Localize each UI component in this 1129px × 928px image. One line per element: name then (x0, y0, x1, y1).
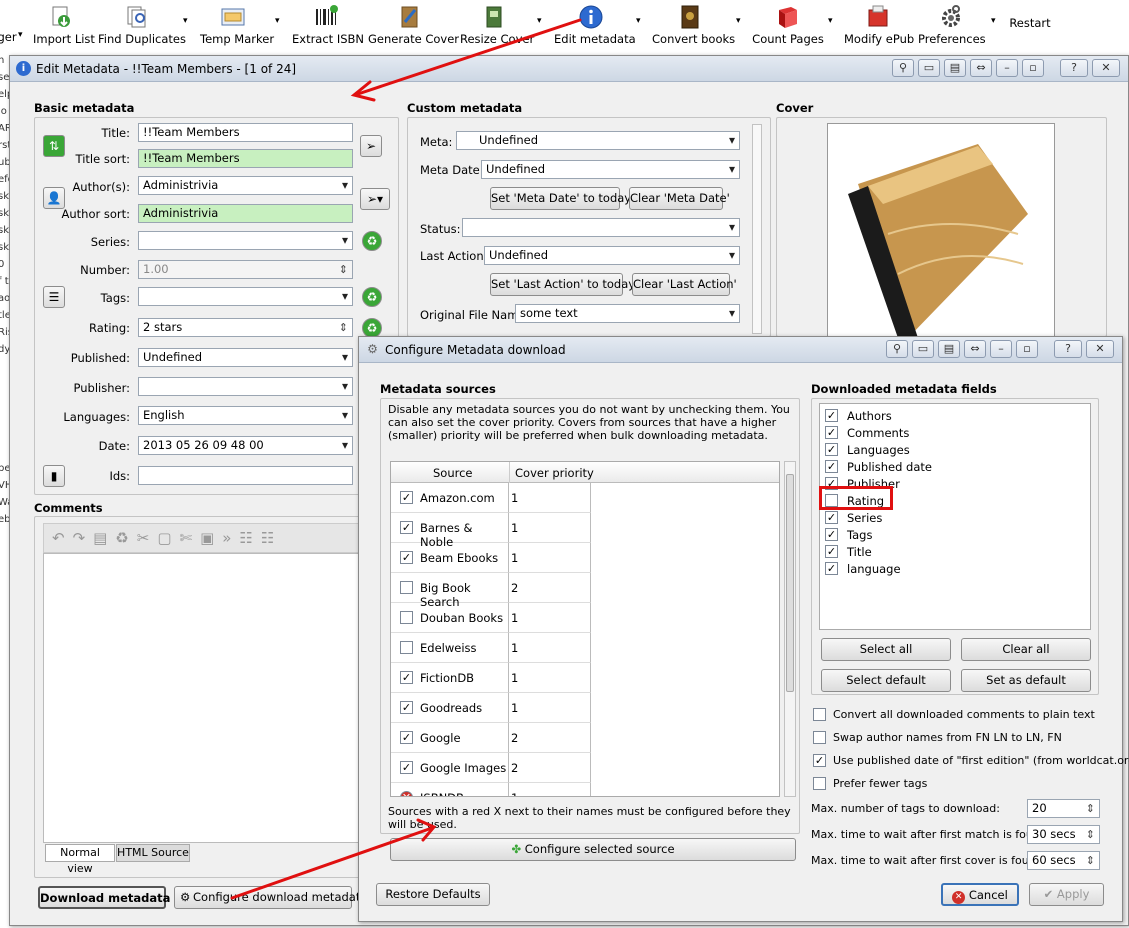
annotation-arrows (230, 18, 582, 900)
arrow-to-metadata-dialog (356, 18, 582, 96)
arrow-to-red-x-note (230, 826, 434, 900)
